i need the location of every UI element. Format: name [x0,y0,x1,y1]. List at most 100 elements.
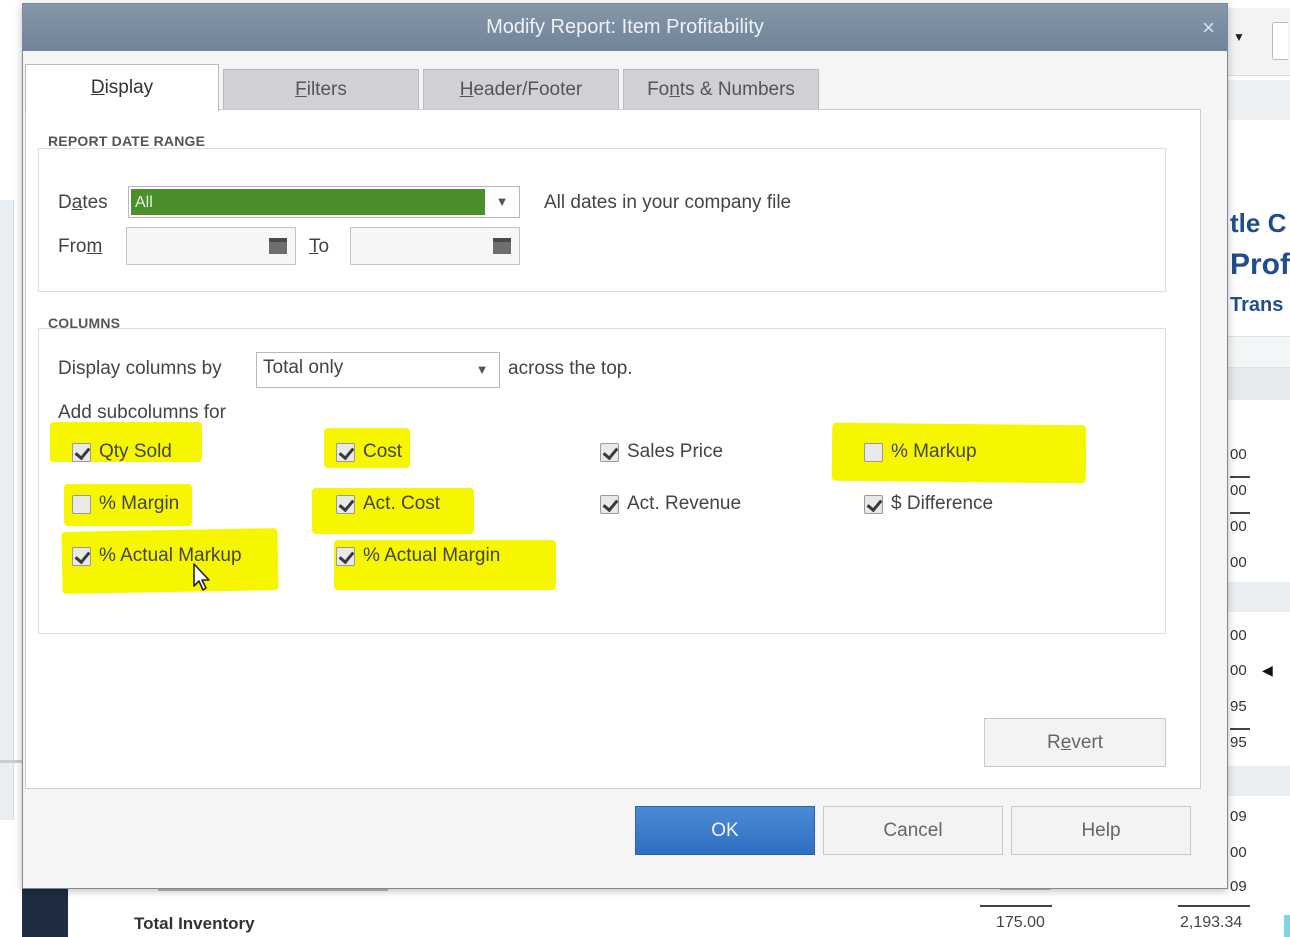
check-icon[interactable] [72,442,91,462]
dialog-titlebar[interactable]: Modify Report: Item Profitability × [23,4,1227,51]
dates-selected-value: All [131,189,485,215]
checkbox-label: Act. Revenue [627,493,742,514]
tab-mnemonic: H [459,79,474,100]
cancel-button[interactable]: Cancel [823,806,1003,855]
report-subtitle: Trans [1230,294,1284,316]
report-value: 95 [1230,734,1247,751]
tab-filters[interactable]: Filters [223,69,419,110]
report-underline [1230,728,1250,730]
close-icon[interactable]: × [1202,4,1215,51]
actual-markup-checkbox[interactable]: % Actual Markup [72,545,242,567]
report-underline [1230,512,1250,514]
from-date-field[interactable] [126,227,296,265]
background-window-left-edge [0,200,14,820]
chevron-down-icon[interactable]: ▼ [1233,30,1245,44]
report-band [1228,766,1290,796]
across-the-top-label: across the top. [508,358,633,379]
report-value: 00 [1230,482,1247,499]
tab-label: eader/Footer [473,79,583,100]
calendar-icon[interactable] [493,238,511,254]
report-value: 00 [1230,518,1247,535]
display-columns-value: Total only [263,357,344,378]
background-toolbar-strip [1228,80,1290,120]
checkbox-label: % Actual Margin [363,545,501,566]
report-value: 00 [1230,662,1247,679]
report-value: 95 [1230,698,1247,715]
report-company-name: tle C [1230,208,1287,238]
background-scroll-accent [1284,915,1290,937]
chevron-down-icon[interactable]: ▼ [465,353,499,387]
margin-checkbox[interactable]: % Margin [72,493,179,515]
tab-mnemonic: D [90,77,105,98]
act-cost-checkbox[interactable]: Act. Cost [336,493,440,515]
report-column-header [1228,336,1290,368]
display-columns-dropdown[interactable]: Total only ▼ [256,352,500,388]
tab-header-footer[interactable]: Header/Footer [423,69,619,110]
background-divider [0,760,22,763]
dates-description: All dates in your company file [544,192,792,213]
report-value: 09 [1230,878,1247,895]
report-total-amount: 2,193.34 [1180,914,1243,931]
calendar-icon[interactable] [269,238,287,254]
tab-label: Fo [647,79,670,100]
tab-display[interactable]: Display [25,64,219,111]
background-sidebar [22,885,68,937]
revert-button[interactable]: Revert [984,718,1166,767]
check-icon[interactable] [864,494,883,514]
qty-sold-checkbox[interactable]: Qty Sold [72,441,172,463]
check-icon[interactable] [600,442,619,462]
checkbox-label: $ Difference [891,493,994,514]
report-title: Prof [1230,248,1290,281]
report-column-header-row [1228,368,1290,400]
report-underline [1230,476,1250,478]
report-total-qty: 175.00 [996,914,1045,931]
check-icon[interactable] [72,546,91,566]
report-value: 00 [1230,446,1247,463]
report-total-label: Total Inventory [134,914,255,933]
act-revenue-checkbox[interactable]: Act. Revenue [600,493,741,515]
report-underline [1178,905,1250,907]
to-date-field[interactable] [350,227,520,265]
dialog-title: Modify Report: Item Profitability [486,16,764,38]
checkbox-label: Act. Cost [363,493,441,514]
display-tab-panel: REPORT DATE RANGE Dates All ▼ All dates … [25,109,1201,789]
report-value: 00 [1230,554,1247,571]
cost-checkbox[interactable]: Cost [336,441,402,463]
modify-report-dialog: Modify Report: Item Profitability × Disp… [22,3,1228,889]
dates-label: Dates [58,192,108,213]
checkbox-label: % Margin [99,493,180,514]
ok-button[interactable]: OK [635,806,815,855]
checkbox-label: Cost [363,441,403,462]
tab-mnemonic: n [669,79,680,100]
background-toolbar-button[interactable] [1272,22,1288,60]
tab-label: isplay [104,77,154,98]
checkbox-label: Sales Price [627,441,724,462]
check-icon[interactable] [336,442,355,462]
check-icon[interactable] [336,546,355,566]
mouse-cursor-icon [193,563,210,591]
dates-dropdown[interactable]: All ▼ [128,186,520,218]
date-range-group [38,148,1166,292]
add-subcolumns-label: Add subcolumns for [58,402,226,423]
help-button[interactable]: Help [1011,806,1191,855]
tab-fonts-numbers[interactable]: Fonts & Numbers [623,69,819,110]
report-value: 09 [1230,808,1247,825]
date-range-group-label: REPORT DATE RANGE [48,133,206,149]
difference-checkbox[interactable]: $ Difference [864,493,993,515]
sales-price-checkbox[interactable]: Sales Price [600,441,723,463]
unchecked-box-icon[interactable] [864,442,883,462]
check-icon[interactable] [600,494,619,514]
from-label: From [58,236,103,257]
display-columns-by-label: Display columns by [58,358,222,379]
report-value: 00 [1230,627,1247,644]
report-band [1228,582,1290,612]
check-icon[interactable] [336,494,355,514]
actual-margin-checkbox[interactable]: % Actual Margin [336,545,500,567]
to-label: To [309,236,330,257]
chevron-down-icon[interactable]: ▼ [485,187,519,217]
markup-checkbox[interactable]: % Markup [864,441,977,463]
unchecked-box-icon[interactable] [72,494,91,514]
tab-mnemonic: F [295,79,307,100]
report-underline [980,905,1052,907]
report-value: 00 [1230,844,1247,861]
